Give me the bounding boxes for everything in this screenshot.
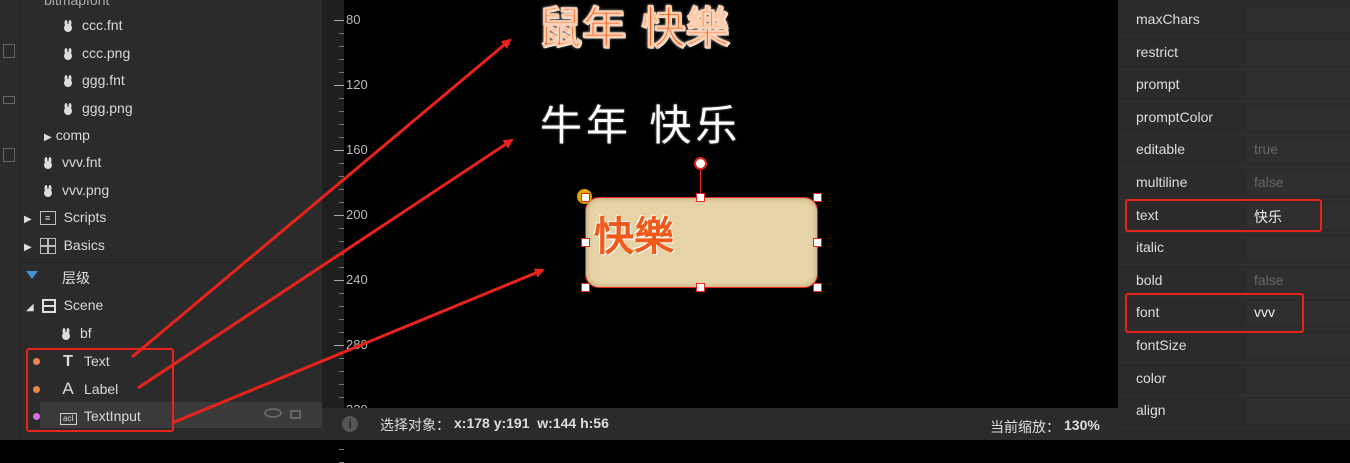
annotation-arrows [131, 38, 545, 425]
arrow-text-to-bitmap [131, 38, 512, 359]
ruler-minor-tick [339, 449, 344, 450]
arrow-label-to-label [137, 138, 514, 390]
arrow-input-to-input [171, 268, 545, 425]
